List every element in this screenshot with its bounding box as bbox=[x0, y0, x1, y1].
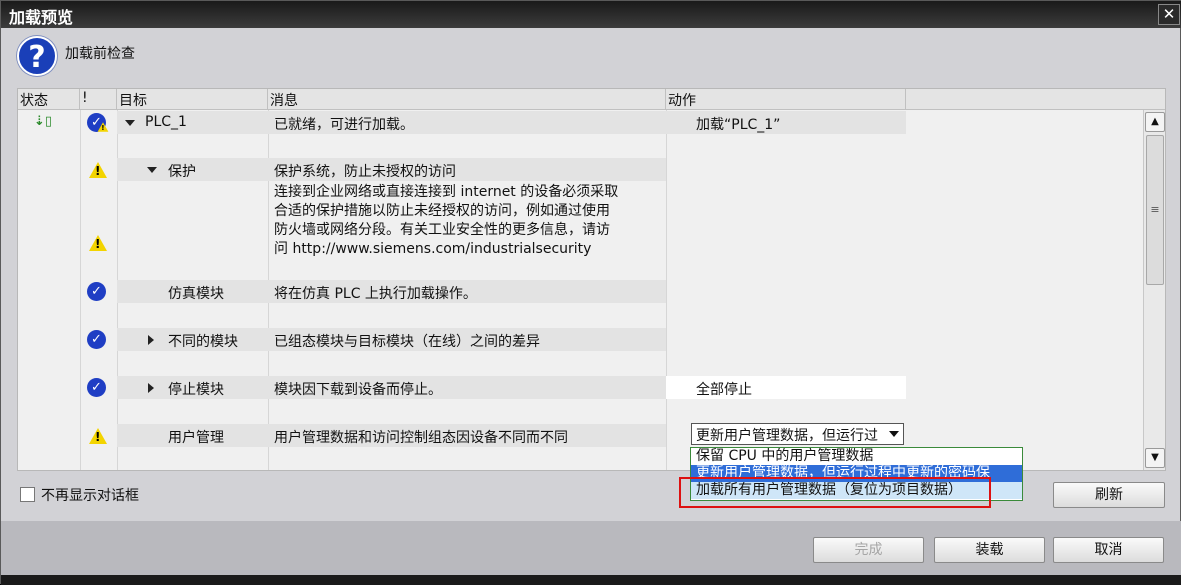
col-status[interactable]: 状态 bbox=[18, 89, 80, 110]
ok-icon: ✓ bbox=[87, 378, 106, 397]
finish-button[interactable]: 完成 bbox=[813, 537, 924, 563]
annotation-highlight-box bbox=[679, 477, 991, 508]
vertical-scrollbar[interactable]: ▲ ≡ ▼ bbox=[1143, 110, 1165, 470]
title-bar: 加载预览 ✕ bbox=[1, 1, 1181, 28]
action-text[interactable]: 全部停止 bbox=[666, 376, 906, 399]
action-text: 加载“PLC_1” bbox=[666, 111, 906, 134]
target-label: 停止模块 bbox=[168, 382, 224, 398]
header-text: 加载前检查 bbox=[65, 46, 135, 62]
expand-icon[interactable] bbox=[125, 120, 135, 126]
message-text: 用户管理数据和访问控制组态因设备不同而不同 bbox=[268, 424, 666, 447]
close-button[interactable]: ✕ bbox=[1158, 4, 1180, 25]
message-text: 模块因下载到设备而停止。 bbox=[268, 376, 666, 399]
scroll-thumb[interactable]: ≡ bbox=[1146, 135, 1164, 285]
dont-show-again-checkbox[interactable] bbox=[20, 487, 35, 502]
expand-icon[interactable] bbox=[147, 167, 157, 173]
target-label: PLC_1 bbox=[145, 114, 187, 130]
table-row[interactable]: ⇣▯ ✓ PLC_1 已就绪，可进行加载。 加载“PLC_1” bbox=[18, 111, 1144, 134]
message-text: 保护系统，防止未授权的访问 bbox=[268, 158, 666, 181]
table-row[interactable]: 保护 保护系统，防止未授权的访问 bbox=[18, 158, 1144, 181]
ok-icon: ✓ bbox=[87, 282, 106, 301]
window-title: 加载预览 bbox=[9, 8, 74, 27]
load-preview-dialog: 加载预览 ✕ ? 加载前检查 状态 ! 目标 消息 动作 ⇣▯ ✓ PLC_1 … bbox=[0, 0, 1181, 585]
expand-icon[interactable] bbox=[148, 383, 154, 393]
target-label: 不同的模块 bbox=[168, 334, 238, 350]
ok-icon: ✓ bbox=[87, 330, 106, 349]
warning-icon bbox=[89, 162, 107, 178]
user-management-action-select[interactable]: 更新用户管理数据，但运行过 bbox=[691, 423, 904, 445]
table-row[interactable]: ✓ 停止模块 模块因下载到设备而停止。 全部停止 bbox=[18, 376, 1144, 399]
warning-icon bbox=[89, 235, 107, 251]
table-row[interactable]: ✓ 不同的模块 已组态模块与目标模块（在线）之间的差异 bbox=[18, 328, 1144, 351]
scroll-down-button[interactable]: ▼ bbox=[1145, 448, 1165, 468]
warning-icon bbox=[97, 122, 109, 132]
message-text: 已就绪，可进行加载。 bbox=[268, 111, 666, 134]
check-table: 状态 ! 目标 消息 动作 ⇣▯ ✓ PLC_1 已就绪，可进行加载。 加载“P… bbox=[17, 88, 1166, 471]
col-message[interactable]: 消息 bbox=[268, 89, 666, 110]
col-exclamation[interactable]: ! bbox=[80, 89, 117, 110]
load-button[interactable]: 装载 bbox=[934, 537, 1045, 563]
download-status-icon: ⇣▯ bbox=[34, 114, 53, 129]
table-row[interactable]: 连接到企业网络或直接连接到 internet 的设备必须采取 合适的保护措施以防… bbox=[18, 183, 1144, 259]
refresh-button[interactable]: 刷新 bbox=[1053, 482, 1165, 508]
target-label: 仿真模块 bbox=[168, 286, 224, 302]
question-icon: ? bbox=[17, 36, 57, 76]
col-filler bbox=[906, 89, 1165, 110]
message-text: 将在仿真 PLC 上执行加载操作。 bbox=[268, 280, 666, 303]
warning-icon bbox=[89, 428, 107, 444]
checkbox-label: 不再显示对话框 bbox=[41, 488, 139, 504]
message-text: 已组态模块与目标模块（在线）之间的差异 bbox=[268, 328, 666, 351]
expand-icon[interactable] bbox=[148, 335, 154, 345]
cancel-button[interactable]: 取消 bbox=[1053, 537, 1164, 563]
scroll-up-button[interactable]: ▲ bbox=[1145, 112, 1165, 132]
col-action[interactable]: 动作 bbox=[666, 89, 906, 110]
dropdown-option[interactable]: 保留 CPU 中的用户管理数据 bbox=[691, 448, 1022, 465]
chevron-down-icon[interactable] bbox=[885, 425, 902, 443]
message-text: 连接到企业网络或直接连接到 internet 的设备必须采取 合适的保护措施以防… bbox=[274, 184, 619, 257]
table-row[interactable]: 用户管理 用户管理数据和访问控制组态因设备不同而不同 bbox=[18, 424, 1144, 447]
col-target[interactable]: 目标 bbox=[117, 89, 268, 110]
target-label: 用户管理 bbox=[168, 430, 224, 446]
target-label: 保护 bbox=[168, 164, 196, 180]
table-row[interactable]: ✓ 仿真模块 将在仿真 PLC 上执行加载操作。 bbox=[18, 280, 1144, 303]
